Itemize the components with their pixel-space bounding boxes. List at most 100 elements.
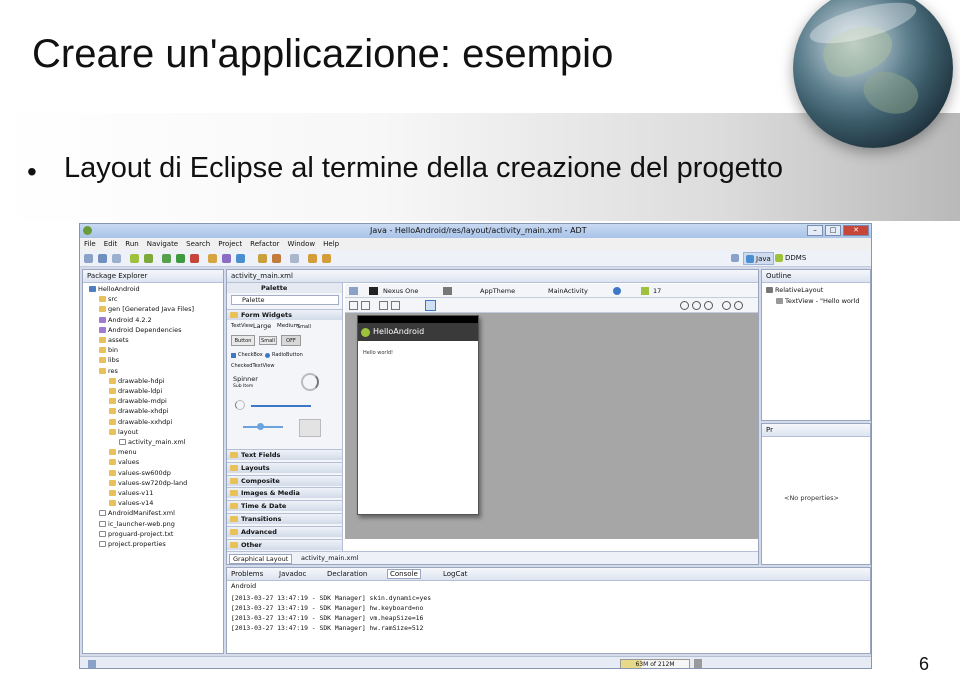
quickcontact-icon[interactable] — [299, 419, 321, 437]
package-explorer-item[interactable]: proguard-project.txt — [99, 530, 173, 538]
palette-category[interactable]: Time & Date — [227, 500, 342, 512]
editor-tab-activity-main[interactable]: activity_main.xml — [231, 272, 293, 280]
package-explorer-item[interactable]: res — [99, 367, 118, 375]
fill-height-icon[interactable] — [361, 301, 370, 310]
layout-canvas[interactable]: HelloAndroid Hello world! — [345, 313, 758, 539]
package-explorer-item[interactable]: project.properties — [99, 540, 166, 548]
device-icon[interactable] — [369, 287, 378, 295]
palette-category[interactable]: Images & Media — [227, 487, 342, 499]
package-explorer-tab[interactable]: Package Explorer — [87, 272, 147, 280]
maximize-button[interactable]: □ — [825, 225, 841, 236]
annotation-icon[interactable] — [290, 254, 299, 263]
console-tab-declaration[interactable]: Declaration — [327, 570, 367, 578]
config-icon[interactable] — [349, 287, 358, 295]
avd-icon[interactable] — [144, 254, 153, 263]
palette-category[interactable]: Layouts — [227, 461, 342, 473]
package-explorer-item[interactable]: values-sw600dp — [109, 469, 171, 477]
menu-navigate[interactable]: Navigate — [147, 240, 178, 248]
palette-category[interactable]: Text Fields — [227, 449, 342, 460]
menu-window[interactable]: Window — [288, 240, 316, 248]
gravity-icon[interactable] — [391, 301, 400, 310]
layout-mode-icon[interactable] — [425, 300, 436, 311]
menu-project[interactable]: Project — [218, 240, 242, 248]
zoom-real-icon[interactable] — [704, 301, 713, 310]
console-tab-problems[interactable]: Problems — [231, 570, 263, 578]
fill-width-icon[interactable] — [349, 301, 358, 310]
hello-world-textview[interactable]: Hello world! — [363, 350, 393, 356]
fast-view-icon[interactable] — [88, 660, 96, 668]
package-explorer-item[interactable]: gen [Generated Java Files] — [99, 305, 194, 313]
theme-select[interactable]: AppTheme — [480, 287, 515, 295]
menu-run[interactable]: Run — [125, 240, 138, 248]
package-explorer-item[interactable]: Android 4.2.2 — [99, 316, 152, 324]
package-explorer-item[interactable]: values — [109, 458, 139, 466]
package-explorer-item[interactable]: values-v11 — [109, 489, 153, 497]
palette-category[interactable]: Composite — [227, 474, 342, 486]
palette-category[interactable]: Advanced — [227, 525, 342, 537]
palette-category[interactable]: Transitions — [227, 513, 342, 524]
menu-refactor[interactable]: Refactor — [250, 240, 279, 248]
open-type-icon[interactable] — [258, 254, 267, 263]
margins-icon[interactable] — [379, 301, 388, 310]
medium-text-sample[interactable]: Medium — [277, 323, 299, 329]
progress-bar-sample[interactable] — [251, 405, 311, 407]
radio-sample[interactable]: RadioButton — [265, 352, 303, 358]
android-api-icon[interactable] — [641, 287, 649, 295]
device-select[interactable]: Nexus One — [383, 287, 418, 295]
menu-help[interactable]: Help — [323, 240, 339, 248]
trash-icon[interactable] — [694, 659, 702, 668]
package-explorer-item[interactable]: drawable-hdpi — [109, 377, 165, 385]
spinner-sample[interactable]: Spinner — [233, 375, 258, 383]
zoom-in-icon[interactable] — [692, 301, 701, 310]
checked-textview-sample[interactable]: CheckedTextView — [231, 363, 274, 369]
package-explorer-item[interactable]: AndroidManifest.xml — [99, 509, 175, 517]
heap-status[interactable]: 63M of 212M — [620, 659, 690, 668]
palette-dropdown[interactable]: Palette — [231, 295, 339, 305]
save-icon[interactable] — [98, 254, 107, 263]
package-explorer-item[interactable]: Android Dependencies — [99, 326, 181, 334]
progress-large-icon[interactable] — [301, 373, 319, 391]
minimize-button[interactable]: – — [807, 225, 823, 236]
new-icon[interactable] — [84, 254, 93, 263]
outline-relativelayout[interactable]: RelativeLayout — [766, 286, 823, 294]
package-explorer-item[interactable]: menu — [109, 448, 137, 456]
debug-icon[interactable] — [162, 254, 171, 263]
package-explorer-item[interactable]: HelloAndroid — [89, 285, 140, 293]
close-button[interactable]: ✕ — [843, 225, 869, 236]
console-tab-console[interactable]: Console — [387, 569, 421, 579]
package-explorer-item[interactable]: drawable-mdpi — [109, 397, 167, 405]
textview-sample[interactable]: TextView — [231, 323, 253, 329]
outline-textview[interactable]: TextView - "Hello world — [776, 297, 859, 305]
package-explorer-item[interactable]: layout — [109, 428, 138, 436]
package-explorer-item[interactable]: activity_main.xml — [119, 438, 186, 446]
external-tools-icon[interactable] — [190, 254, 199, 263]
locale-icon[interactable] — [613, 287, 621, 295]
properties-tab[interactable]: Pr — [766, 426, 773, 434]
open-perspective-button[interactable] — [731, 254, 739, 262]
back-icon[interactable] — [308, 254, 317, 263]
checkbox-sample[interactable]: CheckBox — [231, 352, 263, 358]
package-explorer-item[interactable]: bin — [99, 346, 118, 354]
forward-icon[interactable] — [322, 254, 331, 263]
large-text-sample[interactable]: Large — [253, 322, 271, 330]
print-icon[interactable] — [112, 254, 121, 263]
zoom-reset-icon[interactable] — [734, 301, 743, 310]
menu-edit[interactable]: Edit — [104, 240, 118, 248]
api-level-select[interactable]: 17 — [653, 287, 661, 295]
java-perspective-button[interactable]: Java — [743, 252, 774, 265]
package-explorer-item[interactable]: ic_launcher-web.png — [99, 520, 175, 528]
package-explorer-item[interactable]: drawable-xxhdpi — [109, 418, 172, 426]
outline-tab[interactable]: Outline — [766, 272, 791, 280]
package-explorer-item[interactable]: drawable-ldpi — [109, 387, 162, 395]
zoom-out-icon[interactable] — [722, 301, 731, 310]
search-icon[interactable] — [272, 254, 281, 263]
form-widgets-header[interactable]: Form Widgets — [227, 309, 342, 320]
button-sample[interactable]: Button — [231, 335, 255, 346]
small-button-sample[interactable]: Small — [259, 336, 277, 345]
toggle-sample[interactable]: OFF — [281, 335, 301, 346]
console-tab-logcat[interactable]: LogCat — [443, 570, 467, 578]
run-icon[interactable] — [176, 254, 185, 263]
android-sdk-icon[interactable] — [130, 254, 139, 263]
package-explorer-item[interactable]: src — [99, 295, 118, 303]
progress-small-icon[interactable] — [235, 400, 245, 410]
